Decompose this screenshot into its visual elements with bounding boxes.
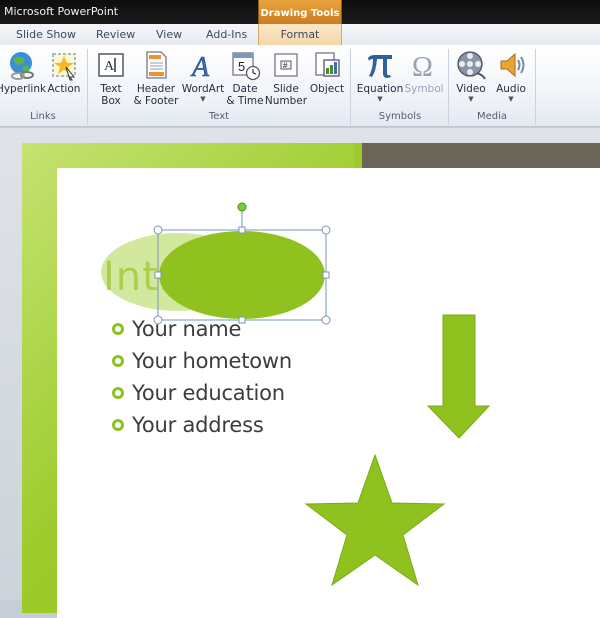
resize-handle[interactable] bbox=[321, 225, 331, 235]
resize-handle[interactable] bbox=[153, 315, 163, 325]
ellipse-shape[interactable] bbox=[159, 231, 325, 319]
resize-handle[interactable] bbox=[321, 315, 331, 325]
resize-handle[interactable] bbox=[153, 225, 163, 235]
star-shape[interactable] bbox=[304, 453, 446, 587]
resize-handle[interactable] bbox=[238, 316, 246, 324]
slide-shapes-layer bbox=[101, 202, 491, 587]
down-arrow-shape[interactable] bbox=[426, 314, 491, 439]
resize-handle[interactable] bbox=[238, 226, 246, 234]
resize-handle[interactable] bbox=[154, 271, 162, 279]
resize-handle[interactable] bbox=[322, 271, 330, 279]
rotation-handle[interactable] bbox=[237, 202, 247, 212]
